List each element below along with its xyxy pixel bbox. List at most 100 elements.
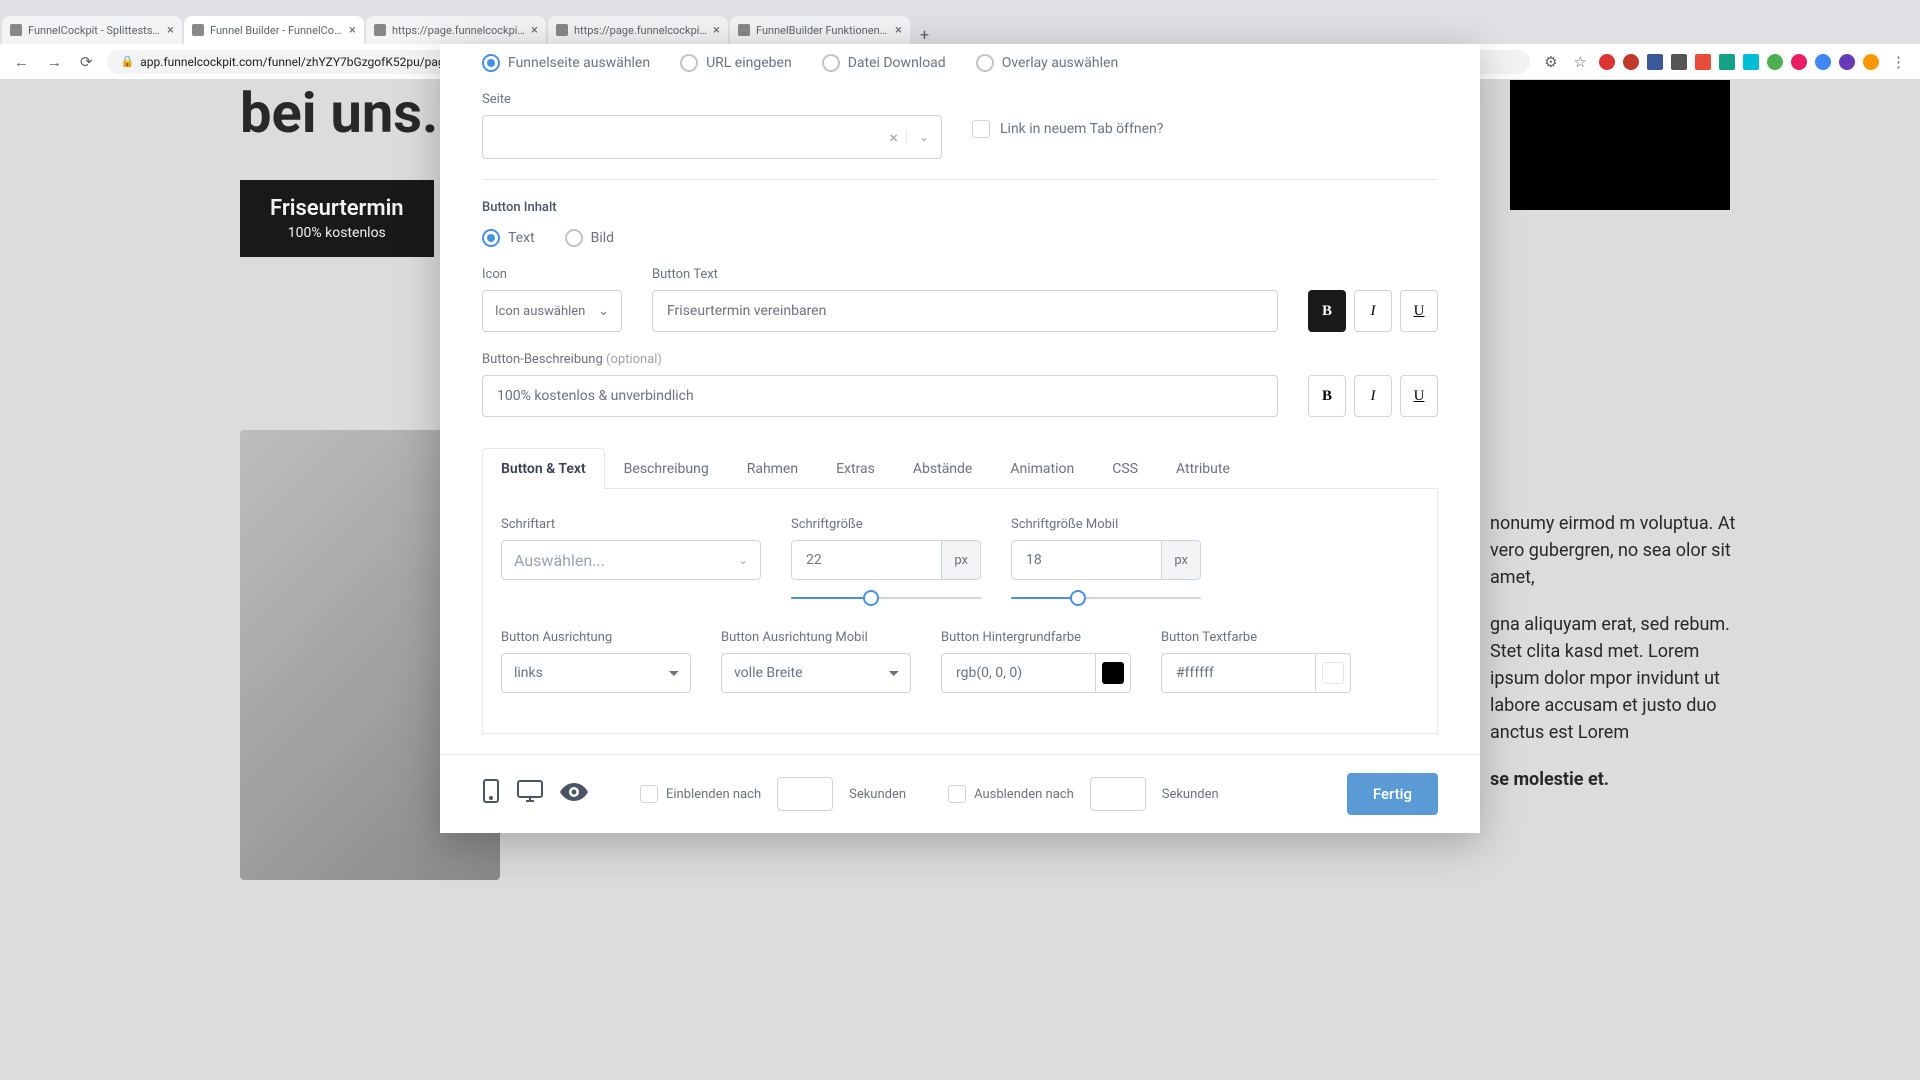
schriftgroesse-input[interactable]	[791, 540, 941, 580]
tab-abstaende[interactable]: Abstände	[894, 448, 991, 489]
tab-button-text[interactable]: Button & Text	[482, 448, 605, 489]
radio-funnelseite[interactable]: Funnelseite auswählen	[482, 54, 650, 72]
link-type-radios: Funnelseite auswählen URL eingeben Datei…	[482, 44, 1438, 92]
lock-icon: 🔒	[121, 55, 135, 68]
new-tab-checkbox[interactable]: Link in neuem Tab öffnen?	[972, 120, 1163, 138]
textfarbe-input[interactable]	[1161, 653, 1316, 693]
schriftart-label: Schriftart	[501, 517, 761, 532]
schriftgroesse-mobil-slider[interactable]	[1011, 590, 1201, 606]
extension-icon[interactable]	[1695, 54, 1711, 70]
schriftgroesse-mobil-label: Schriftgröße Mobil	[1011, 517, 1201, 532]
tab-rahmen[interactable]: Rahmen	[728, 448, 817, 489]
icon-label: Icon	[482, 267, 622, 282]
tab-attribute[interactable]: Attribute	[1157, 448, 1249, 489]
extension-icon[interactable]	[1791, 54, 1807, 70]
einblenden-checkbox[interactable]: Einblenden nach	[640, 785, 761, 803]
extension-icon[interactable]	[1719, 54, 1735, 70]
tab-animation[interactable]: Animation	[991, 448, 1093, 489]
ausrichtung-mobil-label: Button Ausrichtung Mobil	[721, 630, 911, 645]
sekunden-label: Sekunden	[1162, 787, 1219, 802]
browser-tab[interactable]: FunnelCockpit - Splittests, Ma×	[2, 16, 182, 44]
hintergrund-label: Button Hintergrundfarbe	[941, 630, 1131, 645]
close-icon[interactable]: ×	[895, 23, 902, 38]
desktop-icon[interactable]	[516, 779, 544, 809]
textfarbe-swatch[interactable]	[1316, 653, 1351, 693]
extension-icon[interactable]	[1623, 54, 1639, 70]
new-tab-button[interactable]: +	[910, 25, 939, 44]
settings-tabs: Button & Text Beschreibung Rahmen Extras…	[482, 447, 1438, 489]
radio-datei[interactable]: Datei Download	[822, 54, 946, 72]
eye-icon[interactable]	[560, 782, 588, 807]
star-icon[interactable]: ☆	[1570, 53, 1591, 71]
px-unit: px	[1161, 540, 1201, 580]
ausblenden-checkbox[interactable]: Ausblenden nach	[948, 785, 1074, 803]
hintergrund-swatch[interactable]	[1096, 653, 1131, 693]
clear-icon[interactable]: ×	[881, 128, 906, 147]
close-icon[interactable]: ×	[349, 23, 356, 38]
sekunden-label: Sekunden	[849, 787, 906, 802]
schriftart-select[interactable]: Auswählen... ⌄	[501, 540, 761, 580]
browser-tab-strip: FunnelCockpit - Splittests, Ma× Funnel B…	[0, 0, 1920, 44]
browser-tab[interactable]: https://page.funnelcockpit.co×	[366, 16, 546, 44]
ausrichtung-label: Button Ausrichtung	[501, 630, 691, 645]
button-settings-modal: Funnelseite auswählen URL eingeben Datei…	[440, 44, 1480, 833]
extension-icon[interactable]	[1671, 54, 1687, 70]
einblenden-input[interactable]	[777, 777, 833, 811]
chevron-down-icon: ⌄	[726, 553, 748, 567]
settings-icon[interactable]: ⚙	[1540, 53, 1561, 71]
extension-icon[interactable]	[1863, 54, 1879, 70]
ausrichtung-mobil-select[interactable]: volle Breite	[721, 653, 911, 693]
tab-content: Schriftart Auswählen... ⌄ Schriftgröße p…	[482, 489, 1438, 734]
extension-icon[interactable]	[1815, 54, 1831, 70]
ausrichtung-select[interactable]: links	[501, 653, 691, 693]
radio-text[interactable]: Text	[482, 229, 535, 247]
icon-select[interactable]: Icon auswählen⌄	[482, 290, 622, 332]
schriftgroesse-label: Schriftgröße	[791, 517, 981, 532]
menu-icon[interactable]: ⋮	[1887, 53, 1910, 71]
extension-icon[interactable]	[1599, 54, 1615, 70]
close-icon[interactable]: ×	[713, 23, 720, 38]
button-text-input[interactable]	[652, 290, 1278, 332]
radio-overlay[interactable]: Overlay auswählen	[976, 54, 1118, 72]
schriftgroesse-slider[interactable]	[791, 590, 981, 606]
bg-text-block: nonumy eirmod m voluptua. At vero guberg…	[1490, 510, 1750, 813]
browser-tab[interactable]: https://page.funnelcockpit.co×	[548, 16, 728, 44]
tab-beschreibung[interactable]: Beschreibung	[605, 448, 728, 489]
extension-icon[interactable]	[1767, 54, 1783, 70]
italic-button[interactable]: I	[1354, 290, 1392, 332]
chevron-down-icon[interactable]: ⌄	[906, 130, 929, 144]
tab-extras[interactable]: Extras	[817, 448, 894, 489]
ausblenden-input[interactable]	[1090, 777, 1146, 811]
button-desc-input[interactable]	[482, 375, 1278, 417]
schriftgroesse-mobil-input[interactable]	[1011, 540, 1161, 580]
bold-button[interactable]: B	[1308, 290, 1346, 332]
extension-icon[interactable]	[1647, 54, 1663, 70]
radio-bild[interactable]: Bild	[565, 229, 614, 247]
back-icon[interactable]: ←	[10, 53, 33, 71]
radio-url[interactable]: URL eingeben	[680, 54, 792, 72]
forward-icon[interactable]: →	[43, 53, 66, 71]
extension-icon[interactable]	[1839, 54, 1855, 70]
close-icon[interactable]: ×	[167, 23, 174, 38]
chevron-down-icon: ⌄	[598, 304, 609, 319]
browser-tab[interactable]: FunnelBuilder Funktionen & El×	[730, 16, 910, 44]
italic-button[interactable]: I	[1354, 375, 1392, 417]
seite-select[interactable]: × ⌄	[482, 115, 942, 159]
hintergrund-input[interactable]	[941, 653, 1096, 693]
px-unit: px	[941, 540, 981, 580]
browser-tab[interactable]: Funnel Builder - FunnelCockpit×	[184, 16, 364, 44]
extension-icons: ⚙ ☆ ⋮	[1540, 53, 1910, 71]
close-icon[interactable]: ×	[531, 23, 538, 38]
desc-label: Button-Beschreibung (optional)	[482, 352, 1278, 367]
mobile-icon[interactable]	[482, 778, 500, 810]
underline-button[interactable]: U	[1400, 290, 1438, 332]
bold-button[interactable]: B	[1308, 375, 1346, 417]
tab-css[interactable]: CSS	[1093, 448, 1157, 489]
button-inhalt-label: Button Inhalt	[482, 200, 1438, 215]
underline-button[interactable]: U	[1400, 375, 1438, 417]
fertig-button[interactable]: Fertig	[1347, 773, 1438, 815]
reload-icon[interactable]: ⟳	[76, 53, 97, 71]
extension-icon[interactable]	[1743, 54, 1759, 70]
textfarbe-label: Button Textfarbe	[1161, 630, 1351, 645]
bg-heading: bei uns.	[240, 80, 438, 146]
